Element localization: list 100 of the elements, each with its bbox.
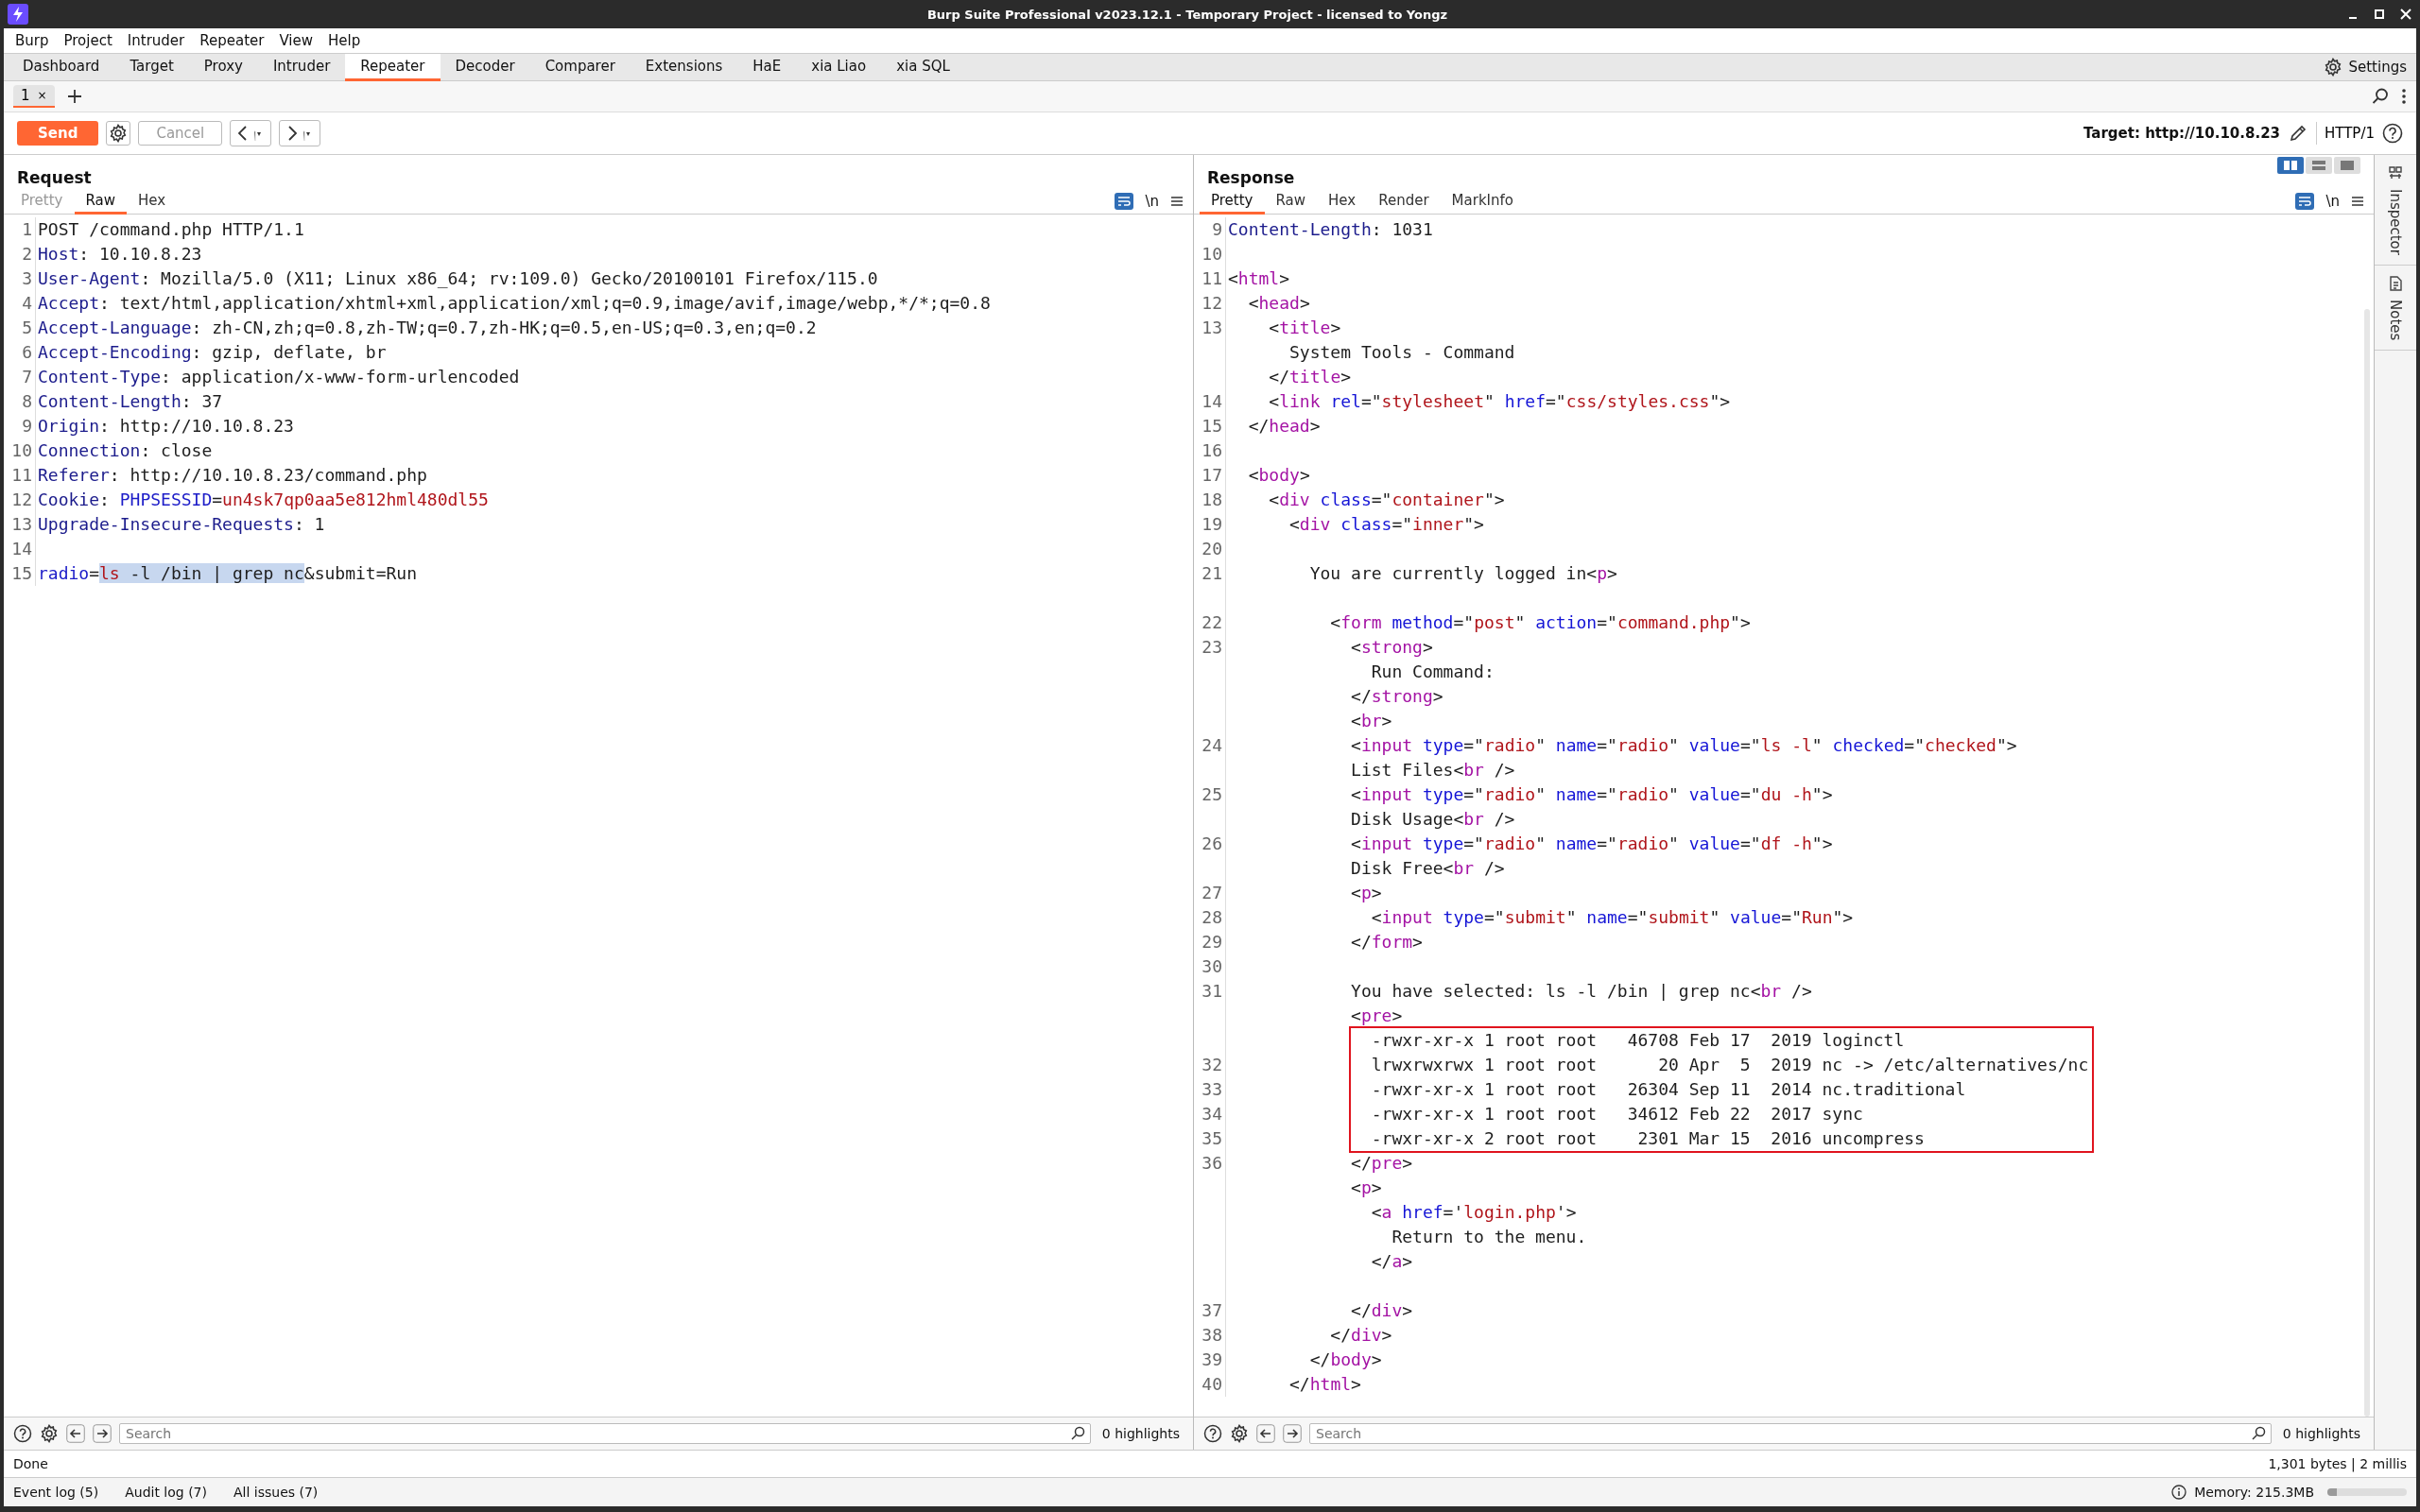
layout-icon <box>2340 160 2355 171</box>
code-line: Return to the menu. <box>1391 1226 1587 1248</box>
help-icon[interactable] <box>13 1424 32 1443</box>
menu-item[interactable]: Project <box>56 32 120 49</box>
footer-tab[interactable]: All issues (7) <box>233 1485 319 1500</box>
protocol-label[interactable]: HTTP/1 <box>2325 125 2375 142</box>
back-button[interactable] <box>230 120 272 146</box>
code-line: <p> <box>1350 882 1382 904</box>
help-icon[interactable] <box>2382 123 2403 144</box>
view-tab[interactable]: Raw <box>74 189 128 215</box>
footer-tab[interactable]: Audit log (7) <box>125 1485 207 1500</box>
code-line: </pre> <box>1350 1152 1413 1175</box>
maximize-icon[interactable] <box>2373 8 2386 21</box>
sidebar-tab[interactable]: Inspector <box>2387 189 2404 255</box>
tool-tab[interactable]: Proxy <box>188 54 258 81</box>
tool-tab[interactable]: Comparer <box>529 54 631 81</box>
layout-toggle-button[interactable] <box>2334 157 2360 174</box>
code-line: <p> <box>1350 1177 1382 1199</box>
panel-title: Request <box>17 168 92 187</box>
code-line: -rwxr-xr-x 1 root root 46708 Feb 17 2019 loginctl <box>1371 1029 1905 1052</box>
code-line: Content-Length: 37 <box>37 390 223 413</box>
scrollbar[interactable] <box>2364 309 2370 1417</box>
menu-item[interactable]: View <box>271 32 321 49</box>
settings-icon[interactable] <box>1230 1424 1249 1443</box>
tool-tab[interactable]: HaE <box>737 54 797 81</box>
search-icon[interactable] <box>2250 1426 2266 1441</box>
code-line: <pre> <box>1350 1005 1403 1027</box>
tool-tab[interactable]: Repeater <box>345 54 441 81</box>
line-number: 31 <box>1194 979 1226 1004</box>
menu-item[interactable]: Repeater <box>192 32 272 49</box>
code-line: Disk Usage<br /> <box>1350 808 1515 831</box>
line-number: 20 <box>1194 537 1226 561</box>
settings-icon[interactable] <box>40 1424 59 1443</box>
code-line: Referer: http://10.10.8.23/command.php <box>37 464 427 487</box>
menu-icon[interactable] <box>1170 195 1184 208</box>
word-wrap-toggle[interactable] <box>1115 193 1134 210</box>
layout-icon <box>2311 160 2326 171</box>
word-wrap-toggle[interactable] <box>2295 193 2315 210</box>
line-number: 24 <box>1194 733 1226 758</box>
search-icon[interactable] <box>2371 87 2390 106</box>
view-tab[interactable]: Render <box>1367 189 1441 215</box>
code-line: <input type="submit" name="submit" value="Run"> <box>1370 906 1854 929</box>
code-line: Upgrade-Insecure-Requests: 1 <box>37 513 325 536</box>
layout-toggle-button[interactable] <box>2277 157 2304 174</box>
settings-button[interactable] <box>106 121 131 146</box>
forward-button[interactable] <box>279 120 321 146</box>
view-tab[interactable]: Hex <box>127 189 178 215</box>
line-number: 28 <box>1194 905 1226 930</box>
line-number: 30 <box>1194 954 1226 979</box>
help-icon[interactable] <box>1203 1424 1222 1443</box>
line-number: 7 <box>4 365 36 389</box>
view-tab[interactable]: MarkInfo <box>1440 189 1525 215</box>
newline-toggle[interactable]: \n <box>2325 193 2340 210</box>
code-line: </form> <box>1350 931 1423 954</box>
code-line: <html> <box>1227 267 1290 290</box>
code-line: Host: 10.10.8.23 <box>37 243 202 266</box>
code-line: System Tools - Command <box>1288 341 1515 364</box>
menu-item[interactable]: Intruder <box>119 32 193 49</box>
menu-icon[interactable] <box>2351 195 2364 208</box>
close-icon[interactable] <box>2399 8 2412 21</box>
tab-close-button[interactable]: × <box>37 89 47 102</box>
tool-tab[interactable]: xia SQL <box>881 54 965 81</box>
tool-tab[interactable]: Decoder <box>440 54 530 81</box>
search-icon[interactable] <box>1069 1426 1085 1441</box>
tool-tab[interactable]: Intruder <box>257 54 346 81</box>
tool-tab[interactable]: Extensions <box>630 54 738 81</box>
menu-item[interactable]: Help <box>320 32 369 49</box>
line-number: 6 <box>4 340 36 365</box>
menu-item[interactable]: Burp <box>8 32 57 49</box>
line-number: 4 <box>4 291 36 316</box>
layout-toggle-button[interactable] <box>2306 157 2332 174</box>
search-field[interactable]: Search <box>119 1423 1091 1444</box>
view-tab[interactable]: Raw <box>1264 189 1318 215</box>
edit-pencil-icon[interactable] <box>2288 123 2308 144</box>
newline-toggle[interactable]: \n <box>1145 193 1159 210</box>
footer-tab[interactable]: Event log (5) <box>13 1485 99 1500</box>
wrap-lines-icon <box>2298 196 2312 207</box>
sidebar-tab[interactable]: Notes <box>2387 299 2404 341</box>
view-tab[interactable]: Pretty <box>1200 189 1265 215</box>
settings-link[interactable]: Settings <box>2348 59 2407 76</box>
code-line: </div> <box>1350 1299 1413 1322</box>
settings-icon[interactable] <box>2324 58 2343 77</box>
code-line: List Files<br /> <box>1350 759 1515 782</box>
tool-tab[interactable]: Dashboard <box>8 54 115 81</box>
add-tab-icon[interactable] <box>65 88 83 105</box>
wrap-lines-icon <box>1117 196 1132 207</box>
line-number: 35 <box>1194 1126 1226 1151</box>
info-icon <box>2171 1485 2187 1500</box>
tool-tab[interactable]: xia Liao <box>796 54 882 81</box>
status-text: Done <box>13 1456 48 1471</box>
more-options-icon[interactable] <box>2401 87 2407 106</box>
tool-tab[interactable]: Target <box>114 54 189 81</box>
view-tab[interactable]: Hex <box>1317 189 1368 215</box>
code-line: You are currently logged in<p> <box>1308 562 1617 585</box>
session-tab[interactable]: 1 <box>21 87 30 104</box>
code-line: </strong> <box>1350 685 1443 708</box>
search-field[interactable]: Search <box>1309 1423 2272 1444</box>
code-line: </title> <box>1268 366 1352 388</box>
code-line: <link rel="stylesheet" href="css/styles.css"> <box>1268 390 1731 413</box>
line-number: 13 <box>1194 316 1226 340</box>
